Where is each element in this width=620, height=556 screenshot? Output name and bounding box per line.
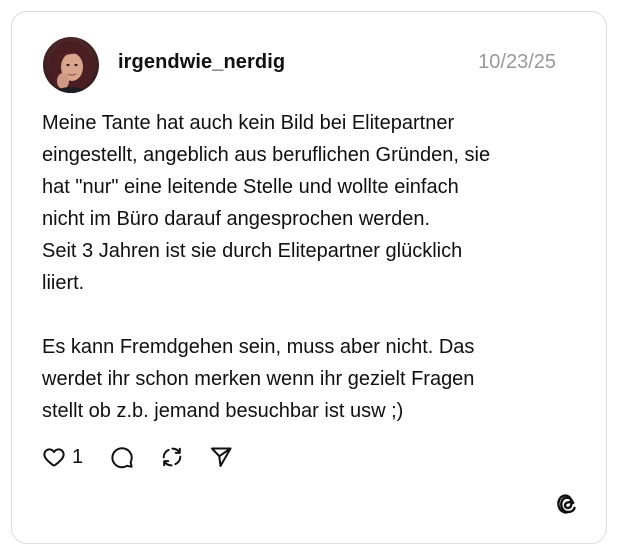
action-bar: 1 [42, 442, 233, 472]
avatar[interactable] [43, 37, 99, 93]
share-button[interactable] [209, 445, 233, 469]
threads-logo-icon [554, 491, 580, 517]
like-count: 1 [72, 445, 84, 468]
repost-icon [162, 447, 182, 467]
post-paragraph: Meine Tante hat auch kein Bild bei Elite… [42, 112, 491, 294]
post-timestamp: 10/23/25 [478, 51, 556, 73]
repost-button[interactable] [160, 445, 184, 469]
username[interactable]: irgendwie_nerdig [118, 51, 285, 74]
post-body: Meine Tante hat auch kein Bild bei Elite… [42, 107, 562, 427]
post-paragraph: Es kann Fremdgehen sein, muss aber nicht… [42, 336, 475, 422]
send-icon [211, 447, 232, 467]
heart-icon [43, 448, 65, 467]
comment-button[interactable] [110, 445, 134, 469]
like-button[interactable]: 1 [42, 445, 83, 469]
comment-bubble-icon [111, 447, 133, 469]
post-card: irgendwie_nerdig 10/23/25 Meine Tante ha… [11, 11, 607, 544]
